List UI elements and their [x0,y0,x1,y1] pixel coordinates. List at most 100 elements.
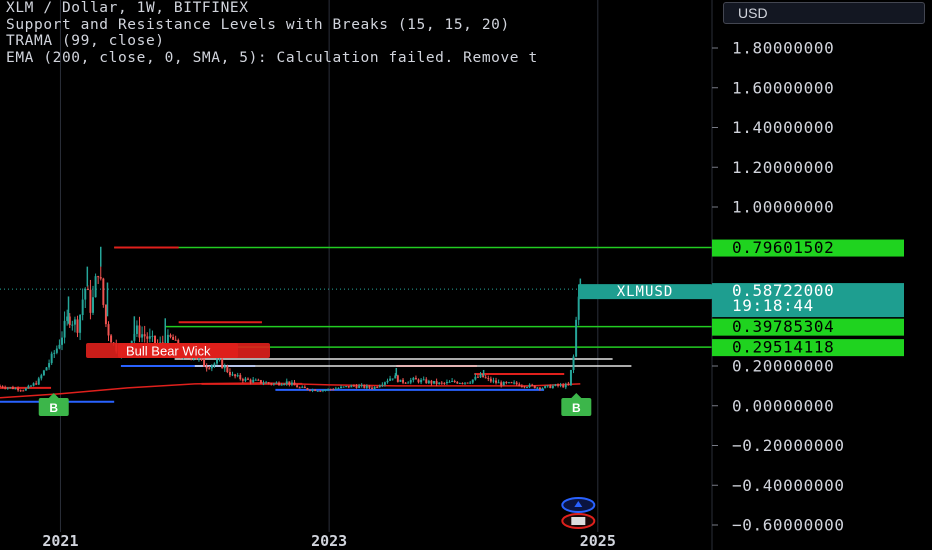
level-price-label-text: 0.29514118 [732,338,834,357]
symbol-label-text: XLMUSD [617,284,674,300]
price-tick-label: −0.40000000 [732,476,845,495]
candle-body [288,381,291,385]
level-price-label-text: 0.79601502 [732,238,834,257]
candle-body [453,380,456,383]
candle-body [262,383,265,385]
candle-body [466,382,469,384]
candle-body [360,385,363,387]
candle-body [407,382,410,384]
candle-body [254,379,257,381]
candle-body [378,385,381,388]
candle-body [270,383,273,385]
legend-symbol[interactable]: XLM / Dollar, 1W, BITFINEX [6,0,714,17]
candle-body [99,277,102,279]
candle-body [319,390,322,392]
candle-body [249,379,252,383]
candle-body [223,366,226,369]
candle-body [528,384,531,388]
candle-body [309,389,312,391]
candle-body [495,380,498,383]
chart-canvas[interactable]: B B Bull Bear Wick 1.80000000 1.60000000 1.4… [0,0,932,550]
candle-body [231,374,234,376]
candle-body [451,380,454,382]
candle-body [510,382,513,384]
candle-body [79,314,82,333]
candle-body [104,304,107,325]
candle-body [86,288,89,290]
candle-body [329,389,332,391]
candle-body [71,324,74,326]
candle-body [554,384,557,386]
candle-body [280,384,283,386]
time-tick-label: 2023 [311,532,347,550]
candle-body [430,380,433,384]
candle-body [427,380,430,384]
candle-body [203,359,206,367]
candle-body [283,383,286,385]
candle-body [14,388,17,390]
candle-body [141,334,144,338]
candle-body [448,381,451,383]
legend-indicator-sr[interactable]: Support and Resistance Levels with Break… [6,17,714,34]
candle-body [365,385,368,388]
candle-body [213,363,216,366]
candle-body [340,386,343,389]
candle-body [435,381,438,385]
candle-body [174,339,177,341]
candle-body [296,385,299,388]
price-tick-label: 1.60000000 [732,78,834,97]
candle-body [538,387,541,390]
candle-body [63,320,66,338]
candle-body [35,383,38,385]
legend-indicator-trama[interactable]: TRAMA (99, close) [6,33,714,50]
candle-body [272,383,275,385]
candle-body [92,297,94,313]
candle-body [278,382,281,386]
candle-body [422,379,425,381]
legend-indicator-ema[interactable]: EMA (200, close, 0, SMA, 5): Calculation… [6,50,714,67]
candle-body [536,387,539,389]
candle-body [386,380,389,383]
candle-body [234,374,237,377]
candle-body [298,387,301,389]
candle-body [58,344,61,349]
candle-body [265,382,268,384]
candle-body [110,335,113,343]
candle-body [81,299,84,315]
candle-body [22,390,25,392]
break-label-text: B [572,401,581,415]
candle-body [48,363,51,368]
candle-body [492,380,495,382]
candle-body [146,336,149,339]
candle-body [523,386,526,388]
candle-body [334,388,337,390]
candle-body [544,386,547,389]
time-tick-label: 2021 [42,532,78,550]
candle-body [414,377,417,380]
candle-body [381,384,384,386]
candle-body [42,370,45,376]
candle-body [345,386,348,388]
candle-body [259,380,262,384]
candle-body [135,325,138,334]
candle-body [484,377,487,379]
candle-body [316,390,319,392]
currency-selector[interactable]: USD [723,2,925,24]
candle-body [569,369,572,386]
candle-body [425,379,428,384]
candle-body [355,385,358,388]
candle-body [391,378,394,380]
candle-body [445,381,448,384]
candle-body [89,289,92,313]
candle-body [37,378,40,385]
candle-body [363,385,366,388]
candle-body [383,382,386,385]
candle-body [97,276,100,278]
candle-body [221,359,224,369]
candle-body [358,385,361,388]
candle-body [4,387,7,389]
candle-body [138,325,141,338]
candle-body [474,376,477,380]
candle-body [399,379,402,382]
candle-body [267,382,270,384]
